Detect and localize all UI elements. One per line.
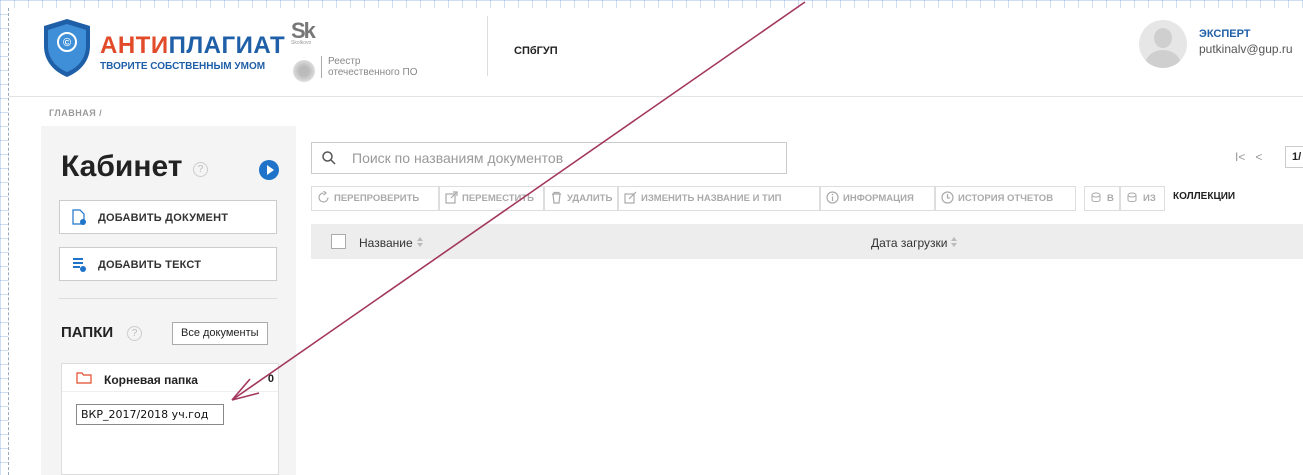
remove-from-collection-button[interactable]: ИЗ bbox=[1120, 186, 1165, 211]
user-avatar[interactable] bbox=[1139, 20, 1187, 68]
new-folder-name-input[interactable] bbox=[76, 404, 224, 425]
select-all-checkbox[interactable] bbox=[331, 234, 346, 249]
cabinet-title: Кабинет bbox=[61, 150, 183, 183]
recheck-button[interactable]: ПЕРЕПРОВЕРИТЬ bbox=[311, 186, 439, 211]
add-document-label: ДОБАВИТЬ ДОКУМЕНТ bbox=[98, 212, 229, 224]
first-page-button[interactable]: I< bbox=[1235, 150, 1245, 164]
delete-button[interactable]: УДАЛИТЬ bbox=[544, 186, 618, 211]
search-icon[interactable] bbox=[322, 151, 336, 165]
folder-icon bbox=[76, 372, 92, 384]
user-email[interactable]: putkinalv@gup.ru bbox=[1199, 42, 1293, 56]
header-rule bbox=[9, 96, 1303, 97]
root-folder-label: Корневая папка bbox=[104, 373, 198, 387]
folders-help-icon[interactable]: ? bbox=[127, 326, 142, 341]
collections-label: КОЛЛЕКЦИИ bbox=[1173, 191, 1236, 202]
add-document-button[interactable]: ДОБАВИТЬ ДОКУМЕНТ bbox=[59, 200, 277, 234]
help-icon[interactable]: ? bbox=[193, 162, 208, 177]
collection-icon bbox=[1127, 192, 1137, 202]
play-video-icon[interactable] bbox=[259, 160, 279, 180]
coat-of-arms-icon bbox=[293, 60, 315, 82]
edit-icon bbox=[624, 191, 637, 204]
column-name[interactable]: Название bbox=[359, 235, 424, 250]
add-to-collection-button[interactable]: В bbox=[1084, 186, 1120, 211]
column-upload-date[interactable]: Дата загрузки bbox=[871, 235, 958, 250]
rename-button[interactable]: ИЗМЕНИТЬ НАЗВАНИЕ И ТИП bbox=[618, 186, 820, 211]
collection-icon bbox=[1091, 192, 1101, 202]
history-icon bbox=[941, 191, 954, 204]
root-folder-item[interactable]: Корневая папка 0 bbox=[62, 364, 278, 392]
add-text-label: ДОБАВИТЬ ТЕКСТ bbox=[98, 259, 202, 271]
pager: I< < bbox=[1235, 150, 1272, 164]
breadcrumb[interactable]: ГЛАВНАЯ / bbox=[49, 108, 102, 118]
add-document-icon bbox=[72, 209, 86, 225]
add-text-button[interactable]: ДОБАВИТЬ ТЕКСТ bbox=[59, 247, 277, 281]
trash-icon bbox=[552, 191, 561, 204]
folder-tree: Корневая папка 0 bbox=[61, 363, 279, 475]
svg-text:©: © bbox=[63, 37, 71, 49]
report-history-button[interactable]: ИСТОРИЯ ОТЧЕТОВ bbox=[935, 186, 1076, 211]
page-number[interactable]: 1/ bbox=[1285, 146, 1303, 168]
page: © АНТИПЛАГИАТ ТВОРИТЕ СОБСТВЕННЫМ УМОМ S… bbox=[8, 8, 1303, 475]
folders-title: ПАПКИ bbox=[61, 324, 114, 341]
header: © АНТИПЛАГИАТ ТВОРИТЕ СОБСТВЕННЫМ УМОМ S… bbox=[9, 8, 1303, 98]
brand-tagline: ТВОРИТЕ СОБСТВЕННЫМ УМОМ bbox=[100, 61, 266, 72]
move-icon bbox=[445, 191, 458, 204]
shield-logo-icon: © bbox=[44, 19, 90, 77]
sort-icon[interactable] bbox=[950, 237, 958, 249]
search-input[interactable] bbox=[352, 143, 782, 173]
table-header: Название Дата загрузки bbox=[311, 224, 1303, 259]
root-folder-count: 0 bbox=[267, 373, 274, 385]
header-divider bbox=[487, 16, 488, 76]
prev-page-button[interactable]: < bbox=[1255, 150, 1262, 164]
skolkovo-caption: Skolkovo bbox=[291, 40, 312, 46]
software-registry: Реестр отечественного ПО bbox=[321, 56, 418, 78]
info-button[interactable]: ИНФОРМАЦИЯ bbox=[820, 186, 935, 211]
user-role[interactable]: ЭКСПЕРТ bbox=[1199, 28, 1251, 40]
info-icon bbox=[826, 191, 839, 204]
skolkovo-block: Sk Skolkovo Реестр отечественного ПО bbox=[291, 18, 481, 98]
recheck-icon bbox=[318, 191, 329, 203]
all-documents-button[interactable]: Все документы bbox=[172, 322, 268, 345]
sidebar-divider bbox=[59, 298, 277, 299]
brand-name: АНТИПЛАГИАТ bbox=[100, 32, 286, 59]
sort-icon[interactable] bbox=[416, 237, 424, 249]
sidebar: Кабинет ? ДОБАВИТЬ ДОКУМЕНТ ДОБАВИТЬ ТЕК… bbox=[41, 126, 296, 475]
add-text-icon bbox=[73, 258, 86, 272]
search-box bbox=[311, 142, 787, 174]
move-button[interactable]: ПЕРЕМЕСТИТЬ bbox=[439, 186, 544, 211]
organization-name: СПбГУП bbox=[514, 45, 558, 57]
antiplagiat-logo[interactable]: © АНТИПЛАГИАТ ТВОРИТЕ СОБСТВЕННЫМ УМОМ bbox=[42, 16, 286, 78]
